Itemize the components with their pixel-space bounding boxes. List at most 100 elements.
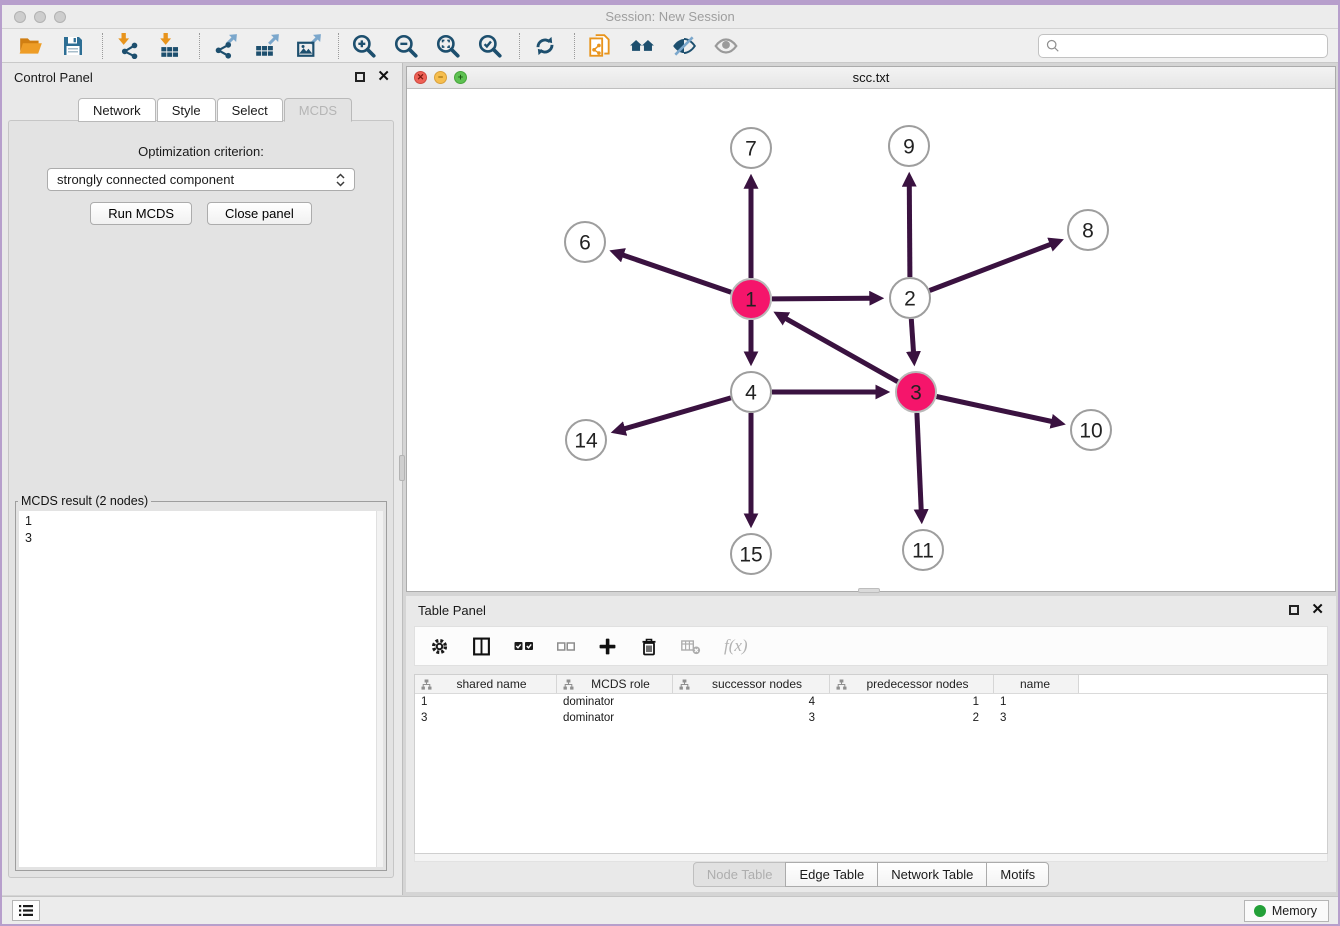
search-icon [1046, 39, 1060, 53]
memory-button[interactable]: Memory [1244, 900, 1329, 922]
delete-columns-button[interactable] [640, 637, 658, 656]
close-table-panel-button[interactable]: ✕ [1311, 605, 1324, 615]
toolbar-separator [102, 33, 103, 59]
node-14[interactable]: 14 [566, 420, 606, 460]
export-image-button[interactable] [294, 32, 324, 60]
create-column-button[interactable] [598, 637, 617, 656]
edge-2-8[interactable] [930, 244, 1051, 290]
close-panel-button[interactable]: ✕ [377, 72, 390, 82]
column-type-icon [679, 679, 690, 690]
refresh-network-button[interactable] [530, 32, 560, 60]
column-header-successor-nodes[interactable]: successor nodes [673, 675, 830, 693]
node-8[interactable]: 8 [1068, 210, 1108, 250]
float-table-panel-button[interactable] [1289, 605, 1299, 615]
node-4[interactable]: 4 [731, 372, 771, 412]
toolbar-separator [338, 33, 339, 59]
node-3[interactable]: 3 [896, 372, 936, 412]
edge-3-11[interactable] [917, 413, 921, 510]
tab-mcds[interactable]: MCDS [284, 98, 352, 122]
tab-style[interactable]: Style [157, 98, 216, 122]
panel-splitter-handle[interactable] [399, 455, 405, 481]
node-10[interactable]: 10 [1071, 410, 1111, 450]
select-all-button[interactable] [514, 639, 534, 653]
table-settings-button[interactable] [430, 637, 449, 656]
column-type-icon [836, 679, 847, 690]
tab-select[interactable]: Select [217, 98, 283, 122]
column-header-predecessor-nodes[interactable]: predecessor nodes [830, 675, 994, 693]
duplicate-network-button[interactable] [585, 32, 615, 60]
network-canvas[interactable]: 7 9 6 8 1 2 4 3 14 10 15 11 [407, 90, 1335, 591]
node-11[interactable]: 11 [903, 530, 943, 570]
edge-4-14[interactable] [624, 398, 730, 429]
node-label: 4 [745, 381, 757, 404]
deselect-all-button[interactable] [557, 640, 575, 653]
node-6[interactable]: 6 [565, 222, 605, 262]
tab-node-table[interactable]: Node Table [693, 862, 787, 887]
search-input[interactable] [1064, 38, 1320, 53]
zoom-out-button[interactable] [391, 32, 421, 60]
zoom-in-button[interactable] [349, 32, 379, 60]
memory-status-icon [1254, 905, 1266, 917]
table-cell: dominator [557, 712, 673, 724]
edge-1-2[interactable] [772, 298, 870, 299]
table-cell: 3 [673, 712, 830, 724]
column-header-MCDS-role[interactable]: MCDS role [557, 675, 673, 693]
node-15[interactable]: 15 [731, 534, 771, 574]
column-header-shared-name[interactable]: shared name [415, 675, 557, 693]
column-header-name[interactable]: name [994, 675, 1079, 693]
tab-network[interactable]: Network [78, 98, 156, 122]
optimization-select[interactable]: strongly connected component [47, 168, 355, 191]
edge-3-10[interactable] [937, 397, 1052, 422]
node-label: 15 [739, 543, 762, 566]
edge-1-6[interactable] [623, 255, 731, 292]
node-label: 6 [579, 231, 591, 254]
edge-2-9[interactable] [909, 186, 910, 277]
node-1[interactable]: 1 [731, 279, 771, 319]
node-label: 7 [745, 137, 757, 160]
export-network-button[interactable] [210, 32, 240, 60]
memory-label: Memory [1272, 904, 1317, 918]
horizontal-splitter-handle[interactable] [858, 588, 880, 593]
zoom-selected-button[interactable] [475, 32, 505, 60]
optimization-select-value: strongly connected component [57, 172, 336, 187]
table-cell: 1 [415, 696, 557, 708]
run-mcds-button[interactable]: Run MCDS [90, 202, 192, 225]
window-title: Session: New Session [2, 9, 1338, 24]
hide-items-button[interactable] [669, 32, 699, 60]
hide-items-icon [671, 33, 697, 59]
tab-edge-table[interactable]: Edge Table [785, 862, 878, 887]
float-panel-button[interactable] [355, 72, 365, 82]
task-history-button[interactable] [12, 900, 40, 921]
import-network-button[interactable] [113, 32, 143, 60]
save-session-button[interactable] [58, 32, 88, 60]
mcds-result-text[interactable]: 1 3 [19, 511, 375, 867]
table-row[interactable]: 3dominator323 [415, 710, 1327, 726]
import-table-button[interactable] [155, 32, 185, 60]
search-box[interactable] [1038, 34, 1328, 58]
node-7[interactable]: 7 [731, 128, 771, 168]
node-2[interactable]: 2 [890, 278, 930, 318]
close-panel-action-button[interactable]: Close panel [207, 202, 312, 225]
export-table-button[interactable] [252, 32, 282, 60]
table-row[interactable]: 1dominator411 [415, 694, 1327, 710]
table-header-row: shared nameMCDS rolesuccessor nodesprede… [415, 675, 1327, 694]
node-9[interactable]: 9 [889, 126, 929, 166]
table-cell: 3 [415, 712, 557, 724]
home-networks-button[interactable] [627, 32, 657, 60]
table-scrollbar[interactable] [414, 854, 1328, 862]
table-cell: 2 [830, 712, 994, 724]
control-panel-header: Control Panel ✕ [2, 63, 402, 91]
tab-motifs[interactable]: Motifs [986, 862, 1049, 887]
zoom-fit-button[interactable] [433, 32, 463, 60]
status-bar: Memory [2, 896, 1338, 924]
network-graph[interactable]: 7 9 6 8 1 2 4 3 14 10 15 11 [407, 90, 1335, 592]
tab-network-table[interactable]: Network Table [877, 862, 987, 887]
open-file-button[interactable] [16, 32, 46, 60]
result-scrollbar[interactable] [376, 511, 383, 867]
checked-boxes-icon [514, 639, 534, 653]
edge-2-3[interactable] [911, 319, 913, 352]
edge-3-1[interactable] [786, 319, 898, 382]
show-items-button[interactable] [711, 32, 741, 60]
show-column-panel-button[interactable] [472, 637, 491, 656]
import-network-icon [115, 33, 141, 59]
